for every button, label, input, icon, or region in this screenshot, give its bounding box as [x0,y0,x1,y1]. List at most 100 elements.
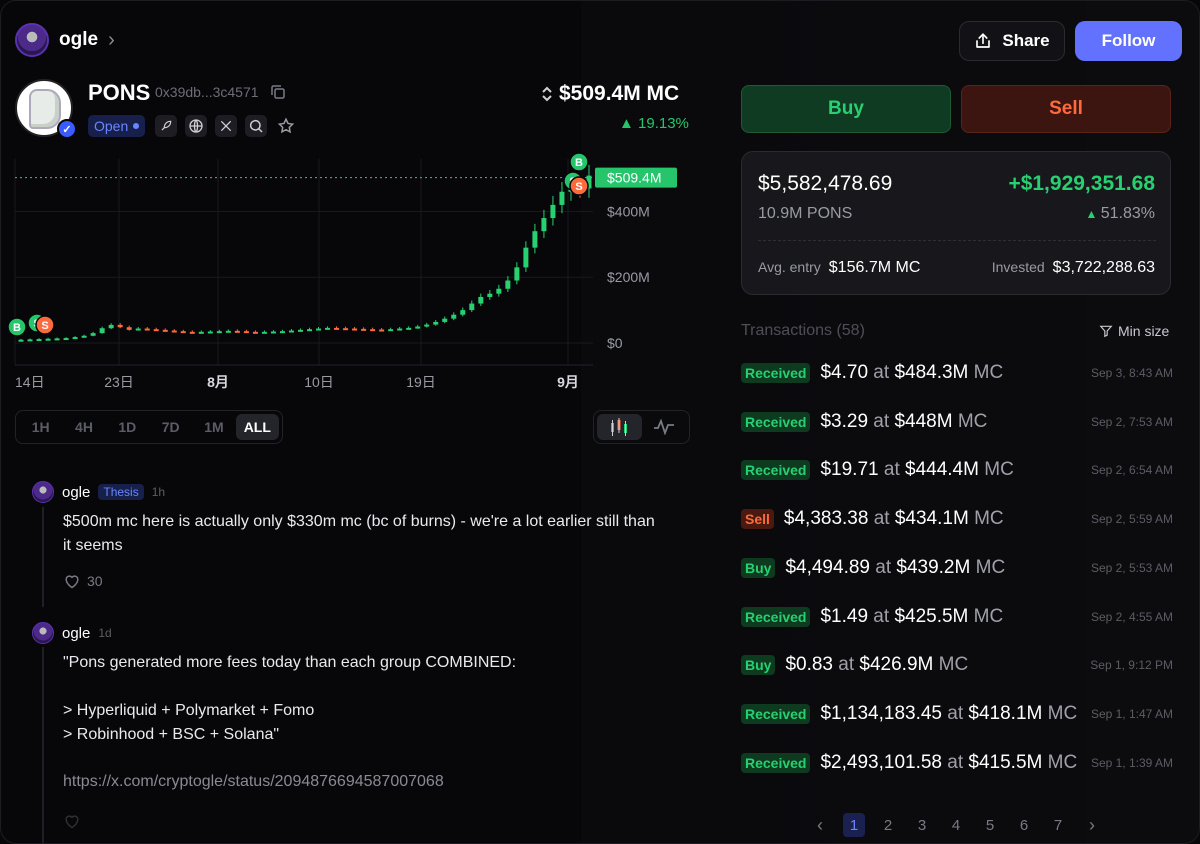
line-view-button[interactable] [642,414,687,440]
candle [54,338,60,341]
globe-icon[interactable] [185,115,207,137]
candlestick-view-button[interactable] [597,414,642,440]
transaction-amount: $19.71 at $444.4M MC [820,459,1014,481]
thread-line [42,507,44,607]
follow-button[interactable]: Follow [1075,21,1182,61]
range-1m[interactable]: 1M [192,414,235,440]
transaction-amount: $2,493,101.58 at $415.5M MC [820,751,1078,773]
range-1h[interactable]: 1H [19,414,62,440]
post-text: "Pons generated more fees today than eac… [63,654,517,743]
post-author[interactable]: ogle [62,484,90,501]
transaction-time: Sep 2, 5:59 AM [1090,512,1173,527]
range-4h[interactable]: 4H [62,414,105,440]
candle [424,324,430,327]
transaction-row[interactable]: Received $4.70 at $484.3M MC Sep 3, 8:43 A… [741,358,1173,388]
range-1d[interactable]: 1D [106,414,149,440]
transaction-row[interactable]: Buy $0.83 at $426.9M MC Sep 1, 9:12 PM [741,650,1173,680]
buy-button[interactable]: Buy [741,85,951,133]
candle [45,338,51,341]
transaction-time: Sep 3, 8:43 AM [1090,366,1173,380]
time-range-selector: 1H 4H 1D 7D 1M ALL [15,410,283,444]
transaction-row[interactable]: Received $2,493,101.58 at $415.5M MC Sep 1… [741,748,1173,778]
chevron-left-icon[interactable]: ‹ [809,815,831,836]
x-tick-label: 23日 [104,374,134,390]
avatar[interactable] [32,622,54,644]
sort-arrows-icon[interactable] [541,85,553,103]
copy-icon[interactable] [269,83,287,101]
candle [180,331,186,334]
page-7[interactable]: 7 [1047,813,1069,837]
buy-marker-label: B [575,157,583,169]
chevron-right-icon[interactable]: › [1081,815,1103,836]
transaction-amount: $3.29 at $448M MC [820,410,988,432]
candle [523,247,529,268]
transactions-title: Transactions (58) [741,322,865,339]
min-size-filter[interactable]: Min size [1099,323,1169,339]
search-icon[interactable] [245,115,267,137]
share-label: Share [1002,31,1050,50]
post-link[interactable]: https://x.com/cryptogle/status/209487669… [63,773,444,791]
user-header[interactable]: ogle › [15,23,115,57]
candle [415,326,421,329]
sell-button[interactable]: Sell [961,85,1171,133]
page-3[interactable]: 3 [911,813,933,837]
transaction-row[interactable]: Received $3.29 at $448M MC Sep 2, 7:53 AM [741,407,1173,437]
star-icon[interactable] [275,115,297,137]
transaction-row[interactable]: Received $19.71 at $444.4M MC Sep 2, 6:54 … [741,455,1173,485]
x-tick-label: 14日 [15,374,45,390]
filter-icon [1099,325,1113,338]
market-cap: $509.4M MC [541,82,679,106]
position-pnl-percent: ▲ 51.83% [1086,205,1155,223]
page-6[interactable]: 6 [1013,813,1035,837]
post-author[interactable]: ogle [62,625,90,642]
transaction-type-badge: Received [741,460,811,481]
candle [478,296,484,304]
transaction-type-badge: Received [741,752,811,773]
rocket-icon[interactable] [155,115,177,137]
price-change: ▲ 19.13% [619,115,689,132]
page-1[interactable]: 1 [843,813,865,837]
x-tick-label: 10日 [304,374,334,390]
candle [343,328,349,331]
chart-view-toggle [593,410,690,444]
token-address: 0x39db...3c4571 [155,84,259,100]
market-cap-value: $509.4M MC [559,82,680,105]
app-frame: ogle › Share Follow ✓ PONS 0x39db...3c45… [0,0,1200,844]
candle [234,330,240,333]
page-5[interactable]: 5 [979,813,1001,837]
candle [270,331,276,334]
range-7d[interactable]: 7D [149,414,192,440]
status-badge: Open [88,115,146,137]
page-4[interactable]: 4 [945,813,967,837]
like-button[interactable]: 30 [63,573,103,589]
username[interactable]: ogle [59,29,98,51]
sell-marker-label: S [575,181,582,193]
post-time: 1h [151,485,166,499]
candle [36,339,42,342]
range-all[interactable]: ALL [235,414,279,440]
share-button[interactable]: Share [959,21,1065,61]
candle [126,327,132,330]
x-tick-label: 9月 [557,374,579,390]
transaction-type-badge: Buy [741,557,776,578]
avatar[interactable] [15,23,49,57]
price-chart[interactable]: $0$200M$400M14日23日8月10日19日9月$509.4MBSSBS… [1,151,701,401]
transaction-row[interactable]: Buy $4,494.89 at $439.2M MC Sep 2, 5:53 AM [741,553,1173,583]
candle [397,328,403,331]
page-2[interactable]: 2 [877,813,899,837]
transaction-amount: $0.83 at $426.9M MC [785,654,969,676]
avatar[interactable] [32,481,54,503]
candle [27,339,33,342]
chevron-right-icon[interactable]: › [108,29,115,52]
transaction-row[interactable]: Received $1,134,183.45 at $418.1M MC Sep 1… [741,699,1173,729]
transaction-row[interactable]: Sell $4,383.38 at $434.1M MC Sep 2, 5:59 A… [741,504,1173,534]
transaction-time: Sep 1, 9:12 PM [1090,658,1173,673]
heart-icon [65,575,79,589]
x-twitter-icon[interactable] [215,115,237,137]
transaction-type-badge: Buy [741,655,776,676]
post-text: $500m mc here is actually only $330m mc … [63,513,660,554]
candle [460,310,466,315]
candle [18,339,24,342]
transaction-row[interactable]: Received $1.49 at $425.5M MC Sep 2, 4:55 A… [741,602,1173,632]
like-button[interactable] [63,813,81,829]
